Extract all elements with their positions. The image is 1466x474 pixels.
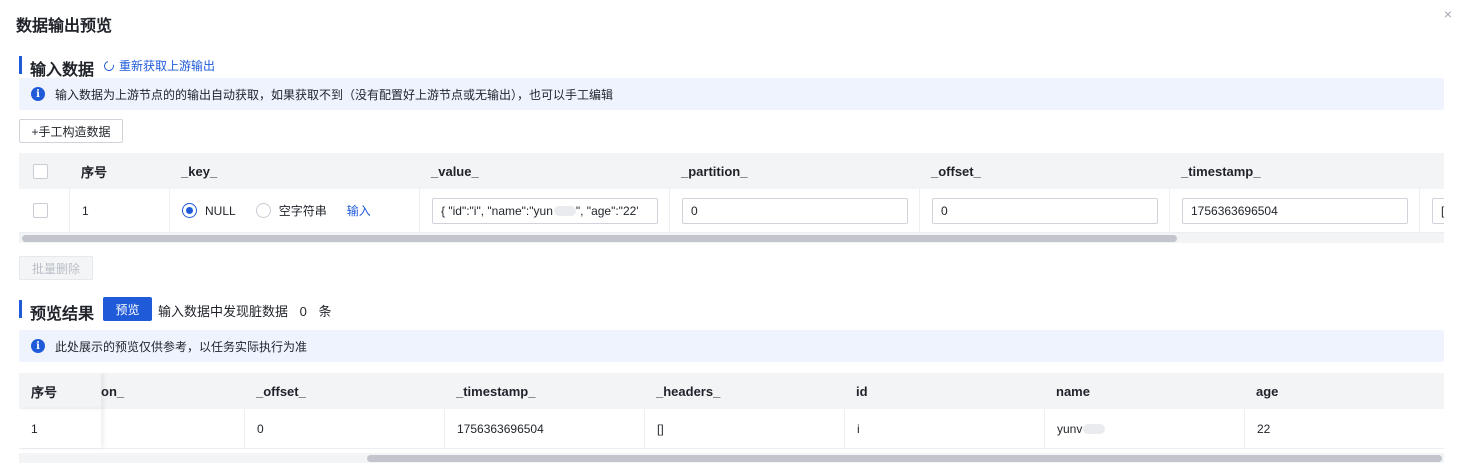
- select-all-checkbox[interactable]: [33, 163, 48, 179]
- col-partition: on_: [101, 383, 125, 399]
- redacted-mark: [1083, 423, 1106, 434]
- col-name: name: [1056, 383, 1090, 399]
- col-headers: _headers_: [656, 383, 721, 399]
- info-icon: i: [31, 87, 45, 101]
- col-partition: _partition_: [681, 163, 748, 179]
- preview-section-title: 预览结果: [30, 306, 95, 323]
- row-name-cell: yunv: [1044, 409, 1244, 448]
- col-id: id: [856, 383, 868, 399]
- dirty-count: 0: [299, 304, 307, 319]
- col-timestamp: _timestamp_: [456, 383, 536, 399]
- offset-input[interactable]: 0: [932, 197, 1158, 224]
- table-row: 1 0 1756363696504 [] i yunv 22: [19, 409, 1444, 449]
- row-headers: []: [644, 409, 844, 448]
- row-age: 22: [1244, 409, 1444, 448]
- preview-info-box: i 此处展示的预览仅供参考，以任务实际执行为准: [19, 330, 1444, 362]
- col-index: 序号: [19, 373, 101, 409]
- input-info-text: 输入数据为上游节点的的输出自动获取，如果获取不到（没有配置好上游节点或无输出），…: [55, 87, 614, 102]
- section-accent-bar: [19, 300, 22, 318]
- value-input[interactable]: { "id":"i", "name":"yun ", "age":"22': [432, 197, 658, 224]
- key-empty-label: 空字符串: [278, 204, 327, 218]
- row-index: 1: [69, 189, 169, 232]
- col-age: age: [1256, 383, 1279, 399]
- input-table-header: 序号 _key_ _value_ _partition_ _offset_ _t…: [19, 153, 1444, 189]
- dialog-title: 数据输出预览: [16, 18, 113, 35]
- refresh-icon: [102, 58, 116, 73]
- preview-scroll-thumb[interactable]: [367, 455, 1442, 462]
- input-info-box: i 输入数据为上游节点的的输出自动获取，如果获取不到（没有配置好上游节点或无输出…: [19, 78, 1444, 110]
- batch-delete-button[interactable]: 批量删除: [19, 256, 93, 280]
- col-key: _key_: [181, 163, 218, 179]
- refresh-label: 重新获取上游输出: [119, 59, 216, 73]
- next-column-input[interactable]: [: [1432, 197, 1444, 224]
- key-cell: NULL 空字符串 输入: [169, 189, 419, 232]
- col-index: 序号: [81, 164, 108, 180]
- redacted-mark: [553, 205, 576, 216]
- partition-input[interactable]: 0: [682, 197, 908, 224]
- key-input-link[interactable]: 输入: [347, 202, 371, 219]
- row-index: 1: [19, 409, 101, 448]
- input-scroll-thumb[interactable]: [22, 235, 1177, 242]
- preview-table-header: 序号 on_ _offset_ _timestamp_ _headers_ id…: [19, 373, 1444, 409]
- close-icon[interactable]: ×: [1444, 6, 1452, 22]
- manual-construct-button[interactable]: +手工构造数据: [19, 119, 123, 143]
- row-timestamp: 1756363696504: [444, 409, 644, 448]
- col-value: _value_: [431, 163, 479, 179]
- input-section-title: 输入数据: [30, 62, 95, 79]
- key-null-radio[interactable]: [182, 203, 197, 218]
- key-null-label: NULL: [205, 203, 236, 218]
- section-accent-bar: [19, 56, 22, 74]
- select-all-cell: [19, 153, 69, 189]
- input-table: 序号 _key_ _value_ _partition_ _offset_ _t…: [19, 153, 1444, 245]
- dirty-data-summary: 输入数据中发现脏数据 0 条: [158, 304, 332, 319]
- row-checkbox[interactable]: [33, 203, 48, 218]
- row-name: yunv: [1057, 421, 1083, 436]
- key-empty-radio[interactable]: [255, 203, 271, 218]
- timestamp-input[interactable]: 1756363696504: [1182, 197, 1408, 224]
- refresh-upstream-button[interactable]: 重新获取上游输出: [102, 57, 216, 74]
- table-row: 1 NULL 空字符串 输入 { "id":"i", "name":"yun ",…: [19, 189, 1444, 233]
- preview-info-text: 此处展示的预览仅供参考，以任务实际执行为准: [55, 339, 308, 354]
- row-partition: [101, 409, 244, 448]
- input-table-scrollbar[interactable]: [19, 233, 1444, 243]
- col-offset: _offset_: [256, 383, 306, 399]
- col-offset: _offset_: [931, 163, 981, 179]
- preview-table: 序号 on_ _offset_ _timestamp_ _headers_ id…: [19, 373, 1444, 465]
- row-offset: 0: [244, 409, 444, 448]
- row-id: i: [844, 409, 1044, 448]
- col-timestamp: _timestamp_: [1181, 163, 1261, 179]
- info-icon: i: [31, 339, 45, 353]
- preview-table-scrollbar[interactable]: [19, 453, 1444, 463]
- preview-button[interactable]: 预览: [103, 297, 152, 321]
